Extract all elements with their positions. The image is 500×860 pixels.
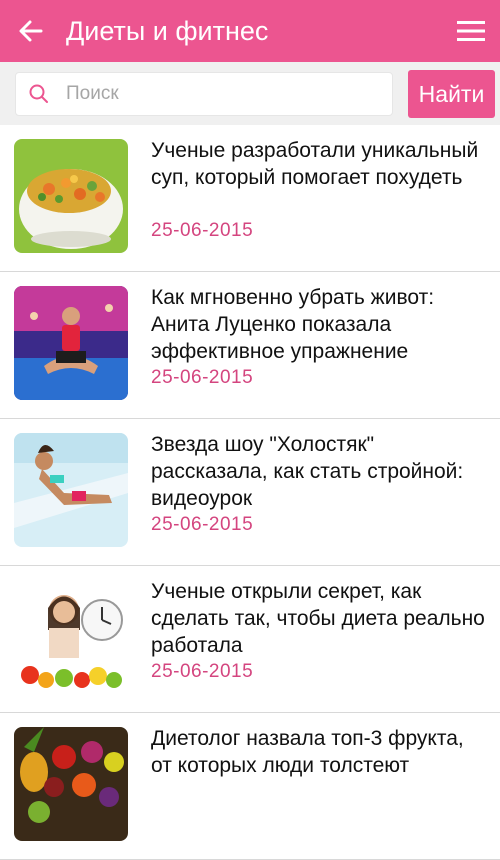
article-title: Как мгновенно убрать живот: Анита Луценк… — [151, 286, 435, 363]
arrow-left-icon — [19, 20, 43, 42]
list-item[interactable]: Ученые разработали уникальный суп, котор… — [0, 125, 500, 272]
article-date: 25-06-2015 — [151, 661, 254, 682]
list-item[interactable]: Диетолог назвала топ-3 фрукта, от которы… — [0, 713, 500, 860]
app-bar: Диеты и фитнес — [0, 0, 500, 62]
woman-clock-fruits-image — [14, 580, 128, 694]
list-item[interactable]: Ученые открыли секрет, как сделать так, … — [0, 566, 500, 713]
article-date: 25-06-2015 — [151, 367, 254, 388]
article-title: Ученые разработали уникальный суп, котор… — [151, 139, 479, 189]
article-title: Звезда шоу "Холостяк" рассказала, как ст… — [151, 433, 464, 510]
article-list: Ученые разработали уникальный суп, котор… — [0, 125, 500, 860]
search-input[interactable] — [66, 83, 366, 105]
fitness-trainer-image — [14, 286, 128, 400]
search-button[interactable]: Найти — [408, 70, 495, 118]
list-item[interactable]: Как мгновенно убрать живот: Анита Луценк… — [0, 272, 500, 419]
article-date: 25-06-2015 — [151, 220, 254, 241]
list-item[interactable]: Звезда шоу "Холостяк" рассказала, как ст… — [0, 419, 500, 566]
menu-button[interactable] — [442, 0, 500, 62]
woman-on-sunbed-image — [14, 433, 128, 547]
search-box — [15, 72, 393, 116]
article-title: Ученые открыли секрет, как сделать так, … — [151, 580, 485, 657]
hamburger-menu-icon — [457, 21, 485, 41]
search-bar: Найти — [0, 62, 500, 125]
vegetable-soup-image — [14, 139, 128, 253]
article-date: 25-06-2015 — [151, 514, 254, 535]
back-button[interactable] — [0, 0, 62, 62]
search-icon — [16, 83, 62, 105]
fruits-image — [14, 727, 128, 841]
page-title: Диеты и фитнес — [66, 15, 269, 46]
article-title: Диетолог назвала топ-3 фрукта, от которы… — [151, 727, 464, 777]
